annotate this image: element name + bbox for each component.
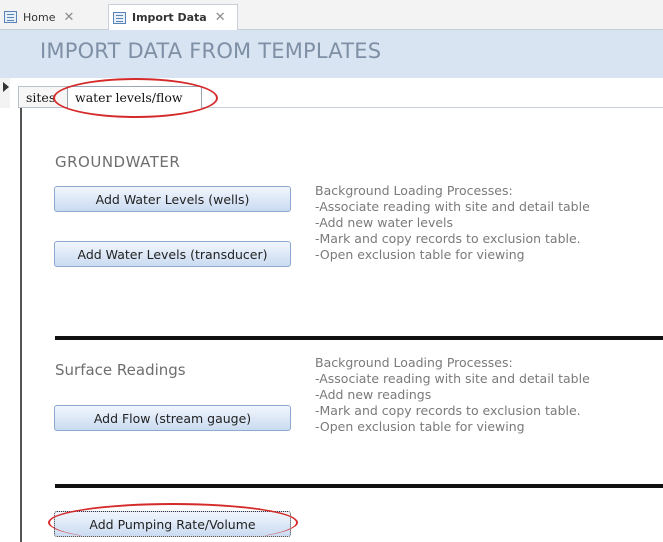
surface-processes-notes: Background Loading Processes: -Associate… [315, 355, 590, 435]
section-divider [55, 336, 663, 340]
groundwater-label: GROUNDWATER [55, 153, 181, 171]
left-border-line [20, 108, 22, 542]
tab-import-data-label: Import Data [132, 11, 207, 24]
document-tab-strip: Home ✕ Import Data ✕ [0, 0, 663, 30]
tab-home-label: Home [23, 10, 56, 24]
form-icon [113, 11, 126, 24]
tab-import-data[interactable]: Import Data ✕ [108, 4, 238, 30]
notes-line: -Mark and copy records to exclusion tabl… [315, 403, 581, 418]
notes-line: -Associate reading with site and detail … [315, 199, 590, 214]
record-pointer-icon [3, 82, 9, 92]
add-flow-stream-gauge-button[interactable]: Add Flow (stream gauge) [54, 405, 291, 431]
section-divider [55, 484, 663, 488]
add-water-levels-wells-button[interactable]: Add Water Levels (wells) [54, 186, 291, 212]
notes-line: -Add new water levels [315, 215, 454, 230]
page-title: IMPORT DATA FROM TEMPLATES [40, 39, 382, 63]
form-icon [4, 11, 17, 23]
add-water-levels-transducer-button[interactable]: Add Water Levels (transducer) [54, 241, 291, 267]
notes-line: -Open exclusion table for viewing [315, 419, 525, 434]
close-icon[interactable]: ✕ [215, 10, 226, 25]
surface-readings-label: Surface Readings [55, 361, 186, 379]
form-header: IMPORT DATA FROM TEMPLATES [0, 30, 663, 78]
groundwater-processes-notes: Background Loading Processes: -Associate… [315, 183, 590, 263]
notes-line: -Associate reading with site and detail … [315, 371, 590, 386]
notes-line: Background Loading Processes: [315, 183, 513, 198]
tab-home[interactable]: Home ✕ [4, 6, 74, 28]
close-icon[interactable]: ✕ [63, 10, 74, 25]
notes-line: -Open exclusion table for viewing [315, 247, 525, 262]
highlight-ellipse [48, 503, 298, 542]
highlight-ellipse [53, 78, 218, 118]
tab-sites-label: sites [26, 89, 56, 105]
tab-control-border [202, 107, 663, 108]
notes-line: Background Loading Processes: [315, 355, 513, 370]
notes-line: -Add new readings [315, 387, 432, 402]
notes-line: -Mark and copy records to exclusion tabl… [315, 231, 581, 246]
